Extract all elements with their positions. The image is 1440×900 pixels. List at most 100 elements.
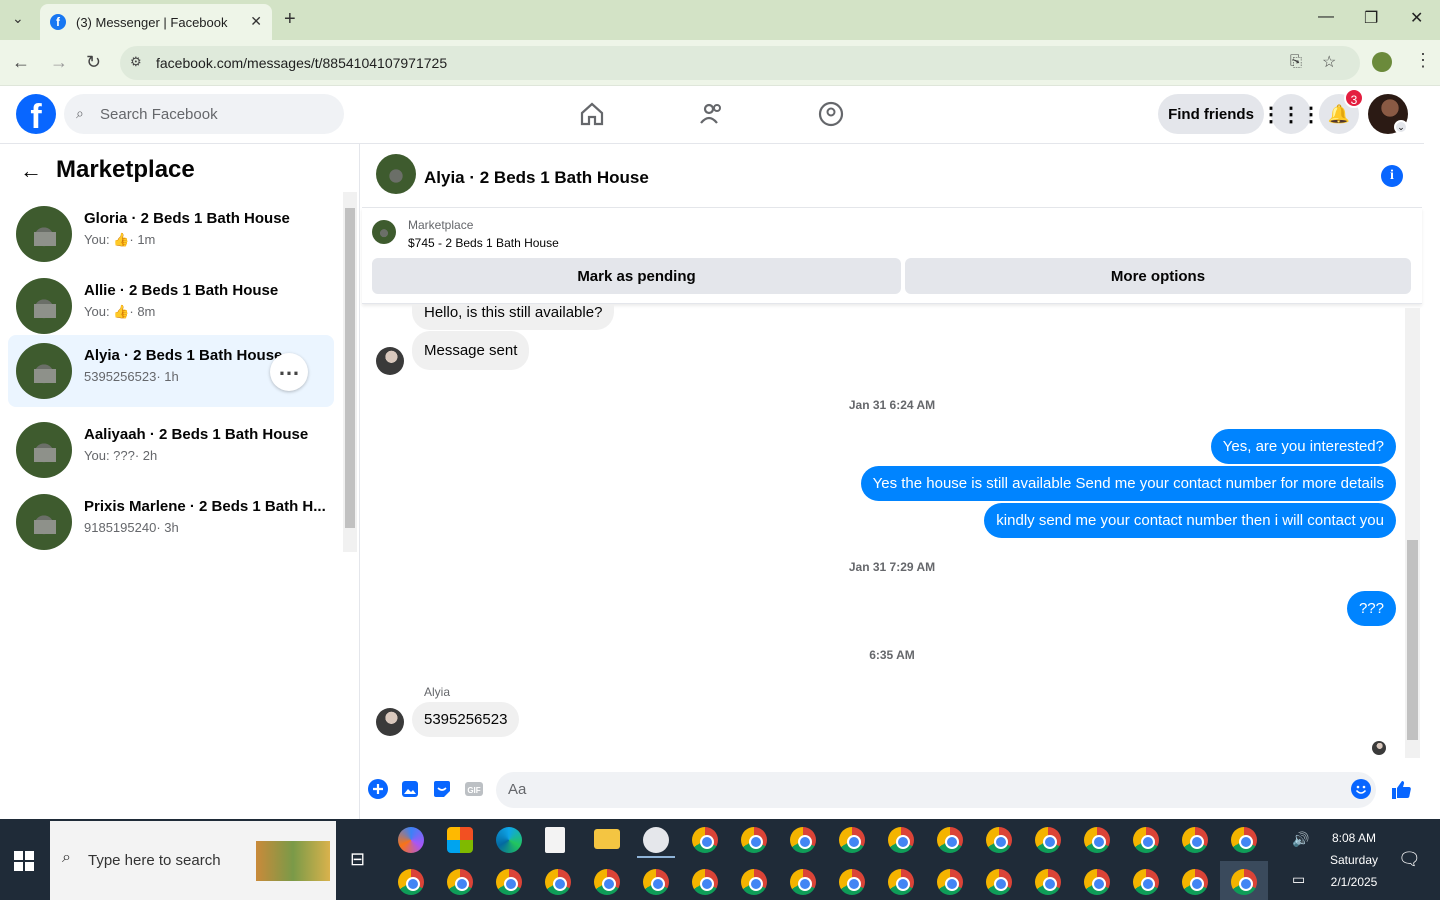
listing-thumbnail[interactable] bbox=[372, 220, 396, 244]
more-actions-button[interactable]: … bbox=[270, 353, 308, 391]
windows-start-icon[interactable] bbox=[14, 851, 34, 871]
chrome-icon[interactable] bbox=[398, 869, 424, 895]
sender-avatar[interactable] bbox=[376, 347, 404, 375]
thumbs-up-send-icon[interactable] bbox=[1389, 778, 1413, 802]
chat-title[interactable]: Alyia · 2 Beds 1 Bath House bbox=[424, 168, 649, 188]
close-tab-icon[interactable]: ✕ bbox=[250, 13, 262, 30]
chrome-icon[interactable] bbox=[1231, 869, 1257, 895]
friends-icon[interactable] bbox=[698, 100, 726, 128]
bookmark-star-icon[interactable]: ☆ bbox=[1322, 52, 1336, 72]
tab-search-chevron-icon[interactable]: ⌄ bbox=[12, 10, 24, 27]
chrome-icon[interactable] bbox=[1084, 827, 1110, 853]
message-bubble-outgoing[interactable]: Yes the house is still available Send me… bbox=[860, 466, 1396, 501]
conversation-item[interactable]: Aaliyaah · 2 Beds 1 Bath House You: ???·… bbox=[8, 414, 334, 486]
file-explorer-icon[interactable] bbox=[594, 829, 620, 849]
microsoft-store-icon[interactable] bbox=[447, 827, 473, 853]
chrome-icon[interactable] bbox=[1133, 869, 1159, 895]
chrome-icon[interactable] bbox=[1133, 827, 1159, 853]
chrome-icon[interactable] bbox=[1182, 827, 1208, 853]
network-icon[interactable]: ▭ bbox=[1292, 871, 1305, 888]
sender-avatar[interactable] bbox=[376, 708, 404, 736]
listing-price[interactable]: $745 - 2 Beds 1 Bath House bbox=[408, 236, 559, 250]
menu-button[interactable]: ⋮⋮⋮ bbox=[1261, 94, 1321, 134]
chrome-icon[interactable] bbox=[937, 869, 963, 895]
info-icon[interactable]: i bbox=[1381, 165, 1403, 187]
conversation-item[interactable]: Prixis Marlene · 2 Beds 1 Bath H... 9185… bbox=[8, 486, 334, 558]
mark-as-pending-button[interactable]: Mark as pending bbox=[372, 258, 901, 294]
sidebar-scrollbar[interactable] bbox=[343, 192, 357, 552]
conversation-item-active[interactable]: Alyia · 2 Beds 1 Bath House 5395256523· … bbox=[8, 335, 334, 407]
notepad-icon[interactable] bbox=[545, 827, 565, 853]
edge-icon[interactable] bbox=[496, 827, 522, 853]
scrollbar-thumb[interactable] bbox=[1407, 540, 1418, 740]
minimize-icon[interactable]: — bbox=[1318, 8, 1334, 26]
message-bubble-incoming[interactable]: Hello, is this still available? bbox=[412, 305, 615, 330]
restore-icon[interactable]: ❐ bbox=[1364, 8, 1378, 28]
chrome-icon[interactable] bbox=[741, 869, 767, 895]
chrome-icon[interactable] bbox=[888, 869, 914, 895]
browser-menu-icon[interactable]: ⋮ bbox=[1414, 50, 1432, 71]
chrome-icon[interactable] bbox=[1231, 827, 1257, 853]
chrome-icon[interactable] bbox=[1084, 869, 1110, 895]
task-view-icon[interactable]: ⊟ bbox=[350, 849, 365, 870]
new-tab-icon[interactable]: + bbox=[284, 8, 296, 31]
groups-icon[interactable] bbox=[817, 100, 845, 128]
volume-icon[interactable]: 🔊 bbox=[1292, 831, 1309, 848]
plus-circle-icon[interactable] bbox=[367, 778, 389, 800]
chrome-icon[interactable] bbox=[1182, 869, 1208, 895]
back-icon[interactable]: ← bbox=[12, 52, 30, 73]
notification-center-icon[interactable]: 🗨 bbox=[1398, 849, 1421, 870]
chrome-icon[interactable] bbox=[790, 827, 816, 853]
chat-scrollbar[interactable] bbox=[1405, 308, 1420, 758]
sticker-icon[interactable] bbox=[431, 778, 453, 800]
chrome-icon[interactable] bbox=[839, 827, 865, 853]
chrome-icon[interactable] bbox=[937, 827, 963, 853]
message-bubble-outgoing[interactable]: kindly send me your contact number then … bbox=[984, 503, 1396, 538]
chrome-icon[interactable] bbox=[986, 827, 1012, 853]
chrome-icon[interactable] bbox=[790, 869, 816, 895]
chrome-icon[interactable] bbox=[643, 869, 669, 895]
forward-icon[interactable]: → bbox=[50, 52, 68, 73]
chrome-icon[interactable] bbox=[986, 869, 1012, 895]
browser-tab[interactable]: f (3) Messenger | Facebook ✕ bbox=[40, 4, 272, 40]
taskbar-clock[interactable]: 8:08 AM Saturday 2/1/2025 bbox=[1318, 827, 1390, 893]
conversation-item[interactable]: Allie · 2 Beds 1 Bath House You: 👍· 8m bbox=[8, 270, 334, 342]
site-info-icon[interactable]: ⚙ bbox=[130, 54, 142, 70]
photo-icon[interactable] bbox=[399, 778, 421, 800]
more-options-button[interactable]: More options bbox=[905, 258, 1411, 294]
message-bubble-outgoing[interactable]: ??? bbox=[1346, 591, 1396, 626]
chrome-icon[interactable] bbox=[1035, 827, 1061, 853]
message-bubble-incoming[interactable]: 5395256523 bbox=[412, 702, 520, 737]
chrome-icon[interactable] bbox=[545, 869, 571, 895]
back-arrow-icon[interactable]: ← bbox=[20, 158, 42, 184]
chrome-icon[interactable] bbox=[741, 827, 767, 853]
find-friends-button[interactable]: Find friends bbox=[1158, 94, 1264, 134]
chrome-icon[interactable] bbox=[692, 827, 718, 853]
profile-icon[interactable] bbox=[1372, 52, 1392, 72]
chrome-icon[interactable] bbox=[692, 869, 718, 895]
close-window-icon[interactable]: ✕ bbox=[1410, 8, 1423, 28]
message-input[interactable]: Aa bbox=[496, 772, 1376, 808]
chrome-icon[interactable] bbox=[594, 869, 620, 895]
conversation-item[interactable]: Gloria · 2 Beds 1 Bath House You: 👍· 1m bbox=[8, 198, 334, 270]
gif-icon[interactable]: GIF bbox=[463, 778, 485, 800]
scrollbar-thumb[interactable] bbox=[345, 208, 355, 528]
chrome-icon[interactable] bbox=[888, 827, 914, 853]
install-app-icon[interactable]: ⎘ bbox=[1290, 53, 1302, 70]
message-bubble-incoming[interactable]: Message sent bbox=[412, 331, 530, 370]
url-field[interactable]: ⚙ facebook.com/messages/t/88541041079717… bbox=[120, 46, 1360, 80]
account-chevron-down-icon[interactable]: ⌄ bbox=[1394, 120, 1408, 134]
chrome-icon[interactable] bbox=[447, 869, 473, 895]
home-icon[interactable] bbox=[578, 100, 606, 128]
facebook-logo-icon[interactable]: f bbox=[16, 94, 56, 136]
copilot-icon[interactable] bbox=[398, 827, 424, 853]
reload-icon[interactable]: ↻ bbox=[86, 52, 101, 73]
chrome-icon[interactable] bbox=[496, 869, 522, 895]
paint-icon[interactable] bbox=[643, 827, 669, 853]
emoji-icon[interactable] bbox=[1350, 778, 1372, 800]
taskbar-search-input[interactable]: ⌕ Type here to search bbox=[50, 821, 336, 900]
message-bubble-outgoing[interactable]: Yes, are you interested? bbox=[1210, 429, 1396, 464]
chrome-icon[interactable] bbox=[839, 869, 865, 895]
search-input[interactable]: ⌕ Search Facebook bbox=[64, 94, 344, 134]
chat-avatar[interactable] bbox=[376, 154, 416, 194]
